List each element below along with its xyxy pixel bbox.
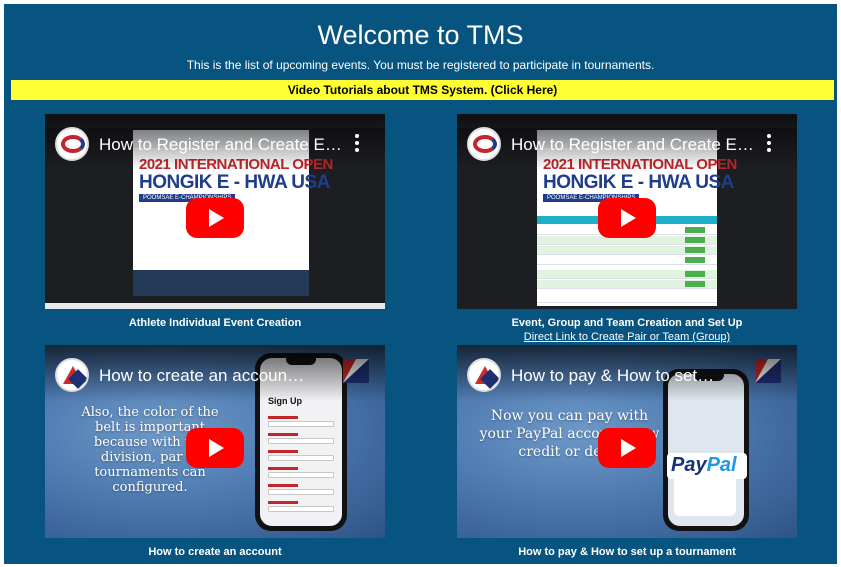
swirl-logo-icon — [467, 127, 501, 161]
video-title: How to create an account at inth... — [99, 366, 305, 385]
video-caption-athlete-event: Athlete Individual Event Creation — [128, 317, 302, 329]
play-button-icon[interactable] — [598, 427, 656, 468]
video-tutorials-banner-link[interactable]: Video Tutorials about TMS System. (Click… — [11, 80, 834, 100]
poster-line-2: HONGIK E - HWA USA — [543, 172, 734, 193]
tms-logo-icon — [467, 358, 501, 392]
play-button-icon[interactable] — [186, 197, 244, 238]
video-caption-create-account: How to create an account — [148, 546, 282, 558]
form-field — [268, 472, 334, 478]
more-options-icon[interactable] — [355, 134, 359, 152]
table-row — [537, 256, 717, 265]
form-field — [268, 438, 334, 444]
form-field — [268, 506, 334, 512]
table-row — [537, 294, 717, 303]
video-thumbnail-athlete-event[interactable]: 2021 INTERNATIONAL OPEN HONGIK E - HWA U… — [45, 114, 385, 309]
video-title: How to pay & How to set up a tou... — [511, 366, 717, 385]
play-button-icon[interactable] — [598, 197, 656, 238]
video-thumbnail-group-team[interactable]: 2021 INTERNATIONAL OPEN HONGIK E - HWA U… — [457, 114, 797, 309]
poster-line-2: HONGIK E - HWA USA — [139, 172, 330, 193]
table-row — [537, 246, 717, 255]
table-row — [537, 270, 717, 279]
poster-bottom-panel — [133, 270, 309, 296]
more-options-icon[interactable] — [767, 134, 771, 152]
video-caption-pay-setup: How to pay & How to set up a tournament — [518, 546, 736, 558]
video-thumbnail-pay-setup[interactable]: Now you can pay with your PayPal account… — [457, 345, 797, 538]
video-caption-group-team: Event, Group and Team Creation and Set U… — [511, 317, 743, 329]
paypal-logo-text: PayPal — [671, 454, 737, 476]
swirl-logo-icon — [55, 127, 89, 161]
video-title: How to Register and Create Even... — [511, 135, 757, 154]
video-title: How to Register and Create Even... — [99, 135, 345, 154]
form-field — [268, 489, 334, 495]
form-field — [268, 421, 334, 427]
tms-logo-icon — [55, 358, 89, 392]
table-row — [537, 280, 717, 289]
form-field — [268, 455, 334, 461]
page-subtitle: This is the list of upcoming events. You… — [186, 58, 655, 72]
create-pair-team-link[interactable]: Direct Link to Create Pair or Team (Grou… — [457, 331, 797, 343]
play-button-icon[interactable] — [186, 427, 244, 468]
video-thumbnail-create-account[interactable]: Also, the color of the belt is important… — [45, 345, 385, 538]
video-progress-strip — [45, 303, 385, 309]
page-frame: Welcome to TMS This is the list of upcom… — [4, 4, 837, 564]
page-title: Welcome to TMS — [317, 20, 524, 50]
